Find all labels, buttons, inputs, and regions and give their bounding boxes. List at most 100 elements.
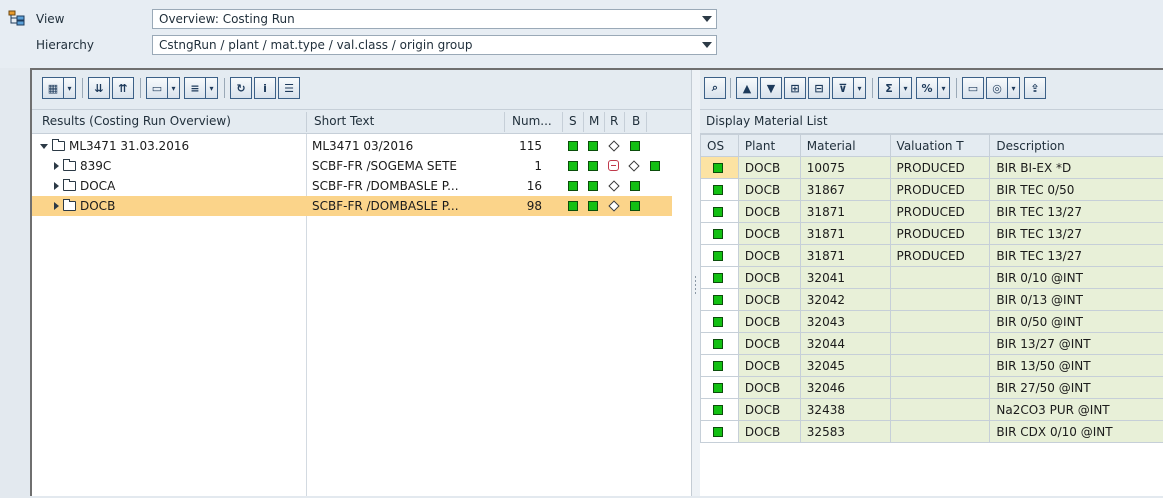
cell-material[interactable]: 32043 [799,310,891,333]
find-icon[interactable]: ⊞ [784,77,806,99]
cell-valuation[interactable] [889,310,991,333]
cell-material[interactable]: 31867 [799,178,891,201]
collapse-arrow-icon[interactable] [40,143,48,149]
os-status-cell[interactable] [700,178,739,201]
table-row[interactable]: DOCB 32044 BIR 13/27 @INT [700,332,1163,355]
column-valuation-type[interactable]: Valuation T [889,134,991,157]
collapse-all-icon[interactable]: ⇈ [112,77,134,99]
column-plant[interactable]: Plant [737,134,801,157]
sum-dropdown-icon[interactable]: ▾ [900,77,912,99]
column-m[interactable]: M [589,114,599,128]
cell-valuation[interactable] [889,398,991,421]
table-row[interactable]: DOCB 31871 PRODUCED BIR TEC 13/27 [700,222,1163,245]
os-status-cell[interactable] [700,332,739,355]
cell-valuation[interactable]: PRODUCED [889,244,991,267]
export-dropdown-icon[interactable]: ▾ [206,77,218,99]
column-results[interactable]: Results (Costing Run Overview) [42,114,231,128]
table-row[interactable]: DOCB 32438 Na2CO3 PUR @INT [700,398,1163,421]
table-row[interactable]: DOCB 10075 PRODUCED BIR BI-EX *D [700,156,1163,179]
chevron-down-icon[interactable] [702,42,712,48]
cell-description[interactable]: BIR 0/10 @INT [989,266,1163,289]
find-next-icon[interactable]: ⊟ [808,77,830,99]
cell-plant[interactable]: DOCB [737,376,801,399]
tree-row[interactable]: ML3471 31.03.2016 ML3471 03/2016 115 [32,136,672,156]
filter-dropdown-icon[interactable]: ▾ [854,77,866,99]
hierarchy-dropdown[interactable]: CstngRun / plant / mat.type / val.class … [152,35,717,55]
cell-description[interactable]: BIR TEC 13/27 [989,222,1163,245]
cell-plant[interactable]: DOCB [737,178,801,201]
details-icon[interactable]: ☰ [278,77,300,99]
table-row[interactable]: DOCB 32042 BIR 0/13 @INT [700,288,1163,311]
views-icon[interactable]: ◎ [986,77,1008,99]
sum-icon[interactable]: Σ [878,77,900,99]
cell-material[interactable]: 32041 [799,266,891,289]
cell-material[interactable]: 31871 [799,244,891,267]
cell-description[interactable]: BIR 27/50 @INT [989,376,1163,399]
cell-material[interactable]: 32042 [799,288,891,311]
cell-valuation[interactable] [889,266,991,289]
cell-description[interactable]: BIR BI-EX *D [989,156,1163,179]
os-status-cell[interactable] [700,376,739,399]
tree-row-selected[interactable]: DOCB SCBF-FR /DOMBASLE P... 98 [32,196,672,216]
os-status-cell[interactable] [700,420,739,443]
column-r[interactable]: R [610,114,618,128]
hierarchy-icon[interactable] [8,10,26,26]
table-row[interactable]: DOCB 32041 BIR 0/10 @INT [700,266,1163,289]
os-status-cell[interactable] [700,156,739,179]
os-status-cell[interactable] [700,354,739,377]
cell-valuation[interactable]: PRODUCED [889,222,991,245]
cell-material[interactable]: 32044 [799,332,891,355]
os-status-cell[interactable] [700,200,739,223]
splitter-grip[interactable] [695,280,696,282]
cell-valuation[interactable]: PRODUCED [889,200,991,223]
cell-material[interactable]: 32045 [799,354,891,377]
column-num[interactable]: Num... [512,114,552,128]
os-status-cell[interactable] [700,222,739,245]
splitter-grip[interactable] [695,292,696,294]
cell-valuation[interactable] [889,420,991,443]
cell-description[interactable]: BIR TEC 0/50 [989,178,1163,201]
cell-valuation[interactable] [889,376,991,399]
column-short-text[interactable]: Short Text [314,114,374,128]
export-icon[interactable]: ≡ [184,77,206,99]
cell-description[interactable]: BIR 0/13 @INT [989,288,1163,311]
os-status-cell[interactable] [700,266,739,289]
print-icon[interactable]: ▭ [146,77,168,99]
cell-material[interactable]: 32583 [799,420,891,443]
splitter-grip[interactable] [695,276,696,278]
cell-material[interactable]: 10075 [799,156,891,179]
expand-arrow-icon[interactable] [54,182,59,190]
cell-plant[interactable]: DOCB [737,244,801,267]
column-b[interactable]: B [632,114,640,128]
cell-description[interactable]: BIR TEC 13/27 [989,244,1163,267]
refresh-icon[interactable]: ↻ [230,77,252,99]
column-description[interactable]: Description [989,134,1163,157]
cell-description[interactable]: BIR TEC 13/27 [989,200,1163,223]
cell-material[interactable]: 32438 [799,398,891,421]
os-status-cell[interactable] [700,288,739,311]
column-s[interactable]: S [569,114,577,128]
subtotal-dropdown-icon[interactable]: ▾ [938,77,950,99]
layout-grid-icon[interactable]: ▦ [42,77,64,99]
cell-description[interactable]: BIR CDX 0/10 @INT [989,420,1163,443]
cell-plant[interactable]: DOCB [737,420,801,443]
cell-plant[interactable]: DOCB [737,310,801,333]
column-os[interactable]: OS [700,134,739,157]
table-row[interactable]: DOCB 31867 PRODUCED BIR TEC 0/50 [700,178,1163,201]
cell-plant[interactable]: DOCB [737,354,801,377]
tree-row[interactable]: 839C SCBF-FR /SOGEMA SETE 1 [32,156,672,176]
table-row[interactable]: DOCB 32045 BIR 13/50 @INT [700,354,1163,377]
expand-arrow-icon[interactable] [54,162,59,170]
table-row[interactable]: DOCB 32046 BIR 27/50 @INT [700,376,1163,399]
subtotal-icon[interactable]: % [916,77,938,99]
sort-ascending-icon[interactable]: ▲ [736,77,758,99]
cell-description[interactable]: BIR 13/27 @INT [989,332,1163,355]
cell-description[interactable]: BIR 0/50 @INT [989,310,1163,333]
splitter-grip[interactable] [695,288,696,290]
tree-row[interactable]: DOCA SCBF-FR /DOMBASLE P... 16 [32,176,672,196]
os-status-cell[interactable] [700,244,739,267]
views-dropdown-icon[interactable]: ▾ [1008,77,1020,99]
cell-plant[interactable]: DOCB [737,332,801,355]
cell-plant[interactable]: DOCB [737,398,801,421]
table-row[interactable]: DOCB 31871 PRODUCED BIR TEC 13/27 [700,244,1163,267]
